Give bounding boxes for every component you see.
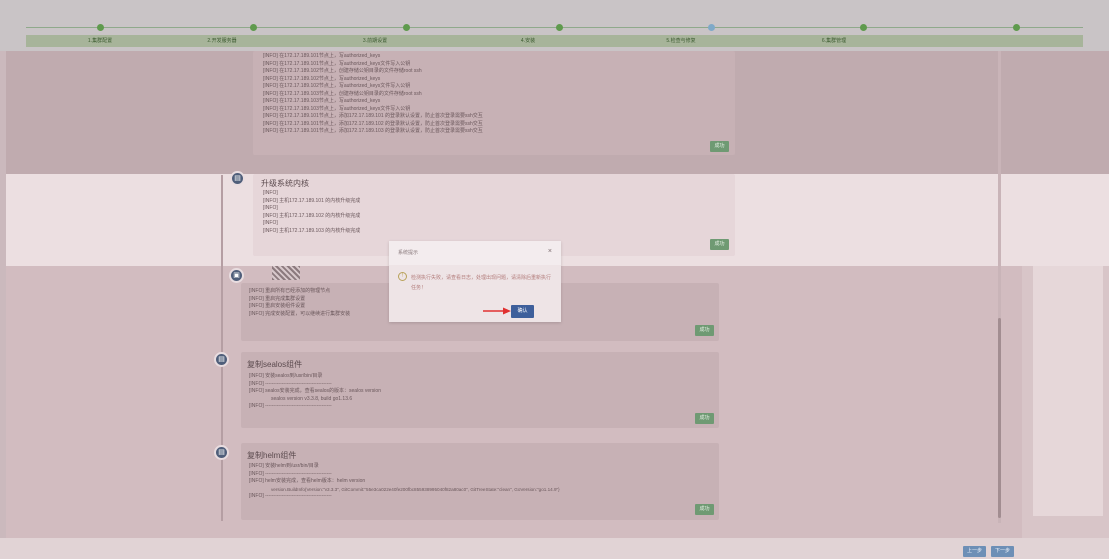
timeline-line — [221, 175, 223, 521]
log-output: [INFO] 重启所有已经添加的物理节点 [INFO] 重启完成集群设置 [IN… — [249, 288, 350, 318]
log-line: [INFO] ---------------------------------… — [249, 470, 332, 477]
status-badge[interactable]: 成功 — [695, 325, 714, 336]
step-dot-4[interactable] — [556, 24, 563, 31]
log-output: [INFO] [INFO] 主机172.17.189.101 的内核升级完成 [… — [263, 190, 360, 235]
log-line: [INFO] 安装helm到/usr/bin/目录 — [249, 463, 319, 469]
close-icon[interactable]: × — [548, 248, 552, 255]
alert-dialog: 系统提示 × ! 检测执行失败，请查看日志，处理出现问题，请清除后重新执行任务！… — [389, 241, 561, 322]
log-line: [INFO] sealos安装完成，查看sealos的版本：sealos ver… — [249, 388, 381, 394]
timeline-step-icon: ▤ — [214, 445, 229, 460]
log-card-sealos: 复制sealos组件 [INFO] 安装sealos到/usr/bin/目录 [… — [241, 352, 719, 428]
step-label-6[interactable]: 6.集群管理 — [789, 37, 879, 44]
step-label-3[interactable]: 3.前期设置 — [330, 37, 420, 44]
status-badge[interactable]: 成功 — [695, 504, 714, 515]
log-line: [INFO] 重启安装组件设置 — [249, 303, 306, 309]
stepper-line — [26, 27, 1083, 28]
log-line: [INFO] 重启所有已经添加的物理节点 — [249, 288, 331, 294]
log-line: [INFO] 在172.17.189.101节点上，写authorized_ke… — [263, 53, 381, 59]
log-line: [INFO] 在172.17.189.103节点上，创建存储公钥目录的文件存储r… — [263, 90, 422, 97]
log-line: [INFO] — [263, 190, 278, 196]
status-badge[interactable]: 成功 — [710, 141, 729, 152]
timeline-step-icon: ▤ — [214, 352, 229, 367]
step-label-4[interactable]: 4.安装 — [483, 37, 573, 44]
card-title: 复制helm组件 — [247, 451, 297, 460]
step-dot-1[interactable] — [97, 24, 104, 31]
log-output: [INFO] 在172.17.189.101节点上，写authorized_ke… — [263, 53, 483, 136]
log-line: [INFO] 安装sealos到/usr/bin/目录 — [249, 373, 323, 379]
step-label-2[interactable]: 2.开发服务器 — [177, 37, 267, 44]
log-line: [INFO] ---------------------------------… — [249, 380, 332, 387]
step-dot-5[interactable] — [708, 24, 715, 31]
step-dot-6[interactable] — [860, 24, 867, 31]
progress-stepper: 1.集群配置 2.开发服务器 3.前期设置 4.安装 5.检查与修复 6.集群管… — [0, 0, 1109, 51]
timeline-step-icon: ▣ — [229, 268, 244, 283]
step-dot-7[interactable] — [1013, 24, 1020, 31]
status-badge[interactable]: 成功 — [695, 413, 714, 424]
card-title: 升级系统内核 — [261, 179, 309, 188]
log-line: [INFO] — [263, 220, 278, 226]
confirm-button[interactable]: 确认 — [511, 305, 534, 318]
dialog-title: 系统提示 — [398, 250, 419, 256]
log-line: [INFO] 重启完成集群设置 — [249, 295, 306, 302]
log-line: [INFO] 主机172.17.189.101 的内核升级完成 — [263, 197, 361, 204]
log-line: [INFO] ---------------------------------… — [249, 403, 332, 409]
step-dot-2[interactable] — [250, 24, 257, 31]
log-line: [INFO] 在172.17.189.102节点上，写authorized_ke… — [263, 83, 411, 89]
obscured-title — [272, 266, 300, 280]
right-panel-inner — [1033, 266, 1103, 516]
log-line: [INFO] 在172.17.189.103节点上，写authorized_ke… — [263, 98, 381, 104]
log-line: [INFO] 主机172.17.189.102 的内核升级完成 — [263, 212, 361, 219]
step-label-1[interactable]: 1.集群配置 — [55, 37, 145, 44]
log-line: [INFO] 在172.17.189.101节点上，添加172.17.189.1… — [263, 128, 483, 134]
timeline-step-icon: ▤ — [230, 171, 245, 186]
log-line: [INFO] 在172.17.189.102节点上，创建存储公钥目录的文件存储r… — [263, 68, 422, 74]
log-line: [INFO] 在172.17.189.101节点上，添加172.17.189.1… — [263, 113, 483, 119]
warning-icon: ! — [398, 272, 407, 281]
log-line: [INFO] 在172.17.189.102节点上，写authorized_ke… — [263, 75, 381, 82]
footer-bar — [0, 538, 1109, 559]
prev-step-button[interactable]: 上一步 — [963, 546, 987, 557]
scrollbar-thumb[interactable] — [998, 318, 1001, 518]
log-output: [INFO] 安装helm到/usr/bin/目录 [INFO] -------… — [249, 463, 560, 501]
log-line: [INFO] — [263, 205, 278, 211]
step-dot-3[interactable] — [403, 24, 410, 31]
log-line: [INFO] 完成安装配置，可以继续进行集群安装 — [249, 310, 351, 317]
log-line: [INFO] 在172.17.189.103节点上，写authorized_ke… — [263, 105, 411, 112]
card-title: 复制sealos组件 — [247, 360, 303, 369]
log-card-ssh: [INFO] 在172.17.189.101节点上，写authorized_ke… — [253, 51, 735, 155]
arrow-annotation-icon — [483, 307, 511, 315]
dialog-message: 检测执行失败，请查看日志，处理出现问题，请清除后重新执行任务！ — [411, 275, 552, 291]
log-line: [INFO] 主机172.17.189.103 的内核升级完成 — [263, 227, 361, 234]
next-step-button[interactable]: 下一步 — [991, 546, 1015, 557]
log-line: [INFO] helm安装完成，查看helm版本：helm version — [249, 478, 366, 484]
log-line: version.BuildInfo{Version:"v3.3.3", GitC… — [271, 486, 560, 492]
log-line: [INFO] 在172.17.189.101节点上，添加172.17.189.1… — [263, 120, 483, 127]
log-card-helm: 复制helm组件 [INFO] 安装helm到/usr/bin/目录 [INFO… — [241, 443, 719, 520]
log-output: [INFO] 安装sealos到/usr/bin/目录 [INFO] -----… — [249, 373, 381, 411]
step-label-5[interactable]: 5.检查与修复 — [636, 37, 726, 44]
log-line: sealos version v3.3.8, build go1.13.6 — [271, 395, 353, 402]
status-badge[interactable]: 成功 — [710, 239, 729, 250]
log-line: [INFO] ---------------------------------… — [249, 493, 332, 499]
log-line: [INFO] 在172.17.189.101节点上，写authorized_ke… — [263, 60, 411, 67]
